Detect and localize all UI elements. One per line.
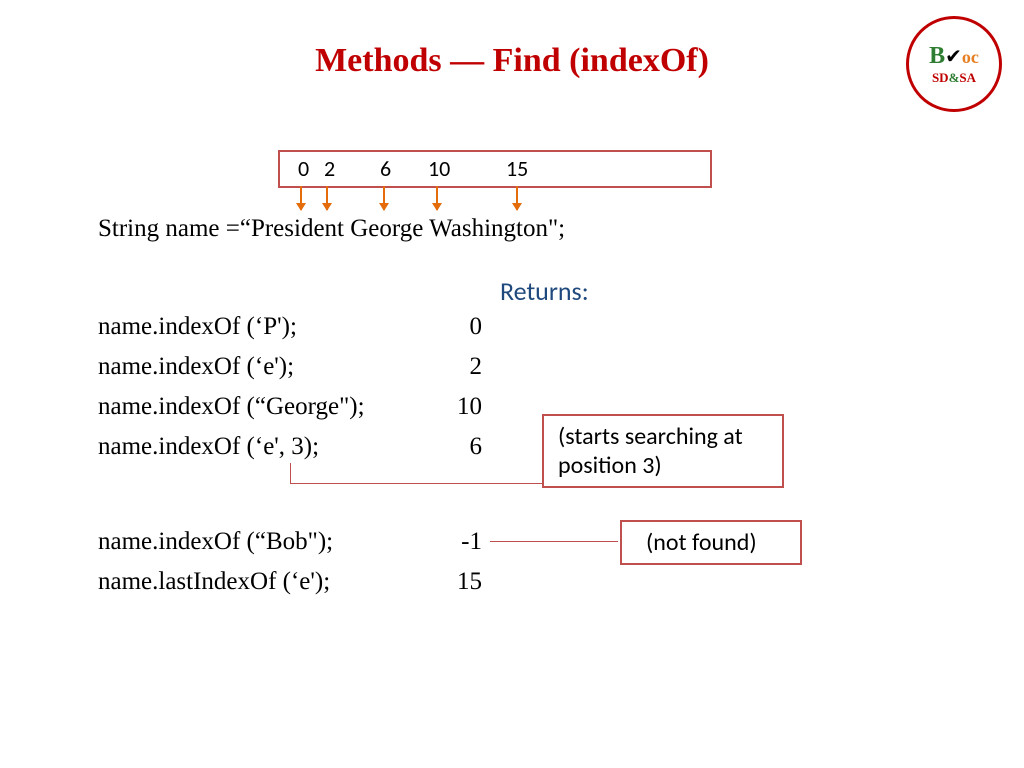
callout-not-found: (not found) [620, 520, 802, 565]
index-num-2: 2 [324, 155, 335, 182]
arrow-icon [326, 186, 328, 210]
index-box: 0 2 6 10 15 [278, 150, 712, 188]
index-num-6: 6 [380, 155, 391, 182]
index-num-15: 15 [506, 155, 528, 182]
arrow-icon [436, 186, 438, 210]
returns-header: Returns: [500, 275, 589, 307]
callout-starts-searching: (starts searching at position 3) [542, 414, 784, 488]
connector-line [290, 483, 542, 484]
index-num-0: 0 [298, 155, 309, 182]
arrow-icon [300, 186, 302, 210]
connector-line [490, 541, 618, 542]
arrow-icon [383, 186, 385, 210]
slide-title: Methods — Find (indexOf) [0, 42, 1024, 80]
code-row-5-call: name.indexOf (“Bob"); [98, 528, 333, 556]
code-row-1-call: name.indexOf (‘P'); [98, 313, 297, 341]
code-row-2-ret: 2 [432, 353, 482, 381]
code-row-6-call: name.lastIndexOf (‘e'); [98, 568, 330, 596]
code-row-6-ret: 15 [432, 568, 482, 596]
arrow-icon [516, 186, 518, 210]
logo-bottom-row: SD&SA [932, 70, 976, 86]
code-declaration: String name =“President George Washingto… [98, 215, 565, 243]
index-num-10: 10 [428, 155, 450, 182]
code-row-3-ret: 10 [432, 393, 482, 421]
code-row-2-call: name.indexOf (‘e'); [98, 353, 294, 381]
code-row-4-ret: 6 [432, 433, 482, 461]
code-row-4-call: name.indexOf (‘e', 3); [98, 433, 319, 461]
connector-line [290, 463, 291, 483]
code-row-1-ret: 0 [432, 313, 482, 341]
code-row-5-ret: -1 [432, 528, 482, 556]
code-row-3-call: name.indexOf (“George"); [98, 393, 365, 421]
logo-top-row: B✔oc [929, 43, 979, 70]
logo-badge: B✔oc SD&SA [906, 16, 1002, 112]
